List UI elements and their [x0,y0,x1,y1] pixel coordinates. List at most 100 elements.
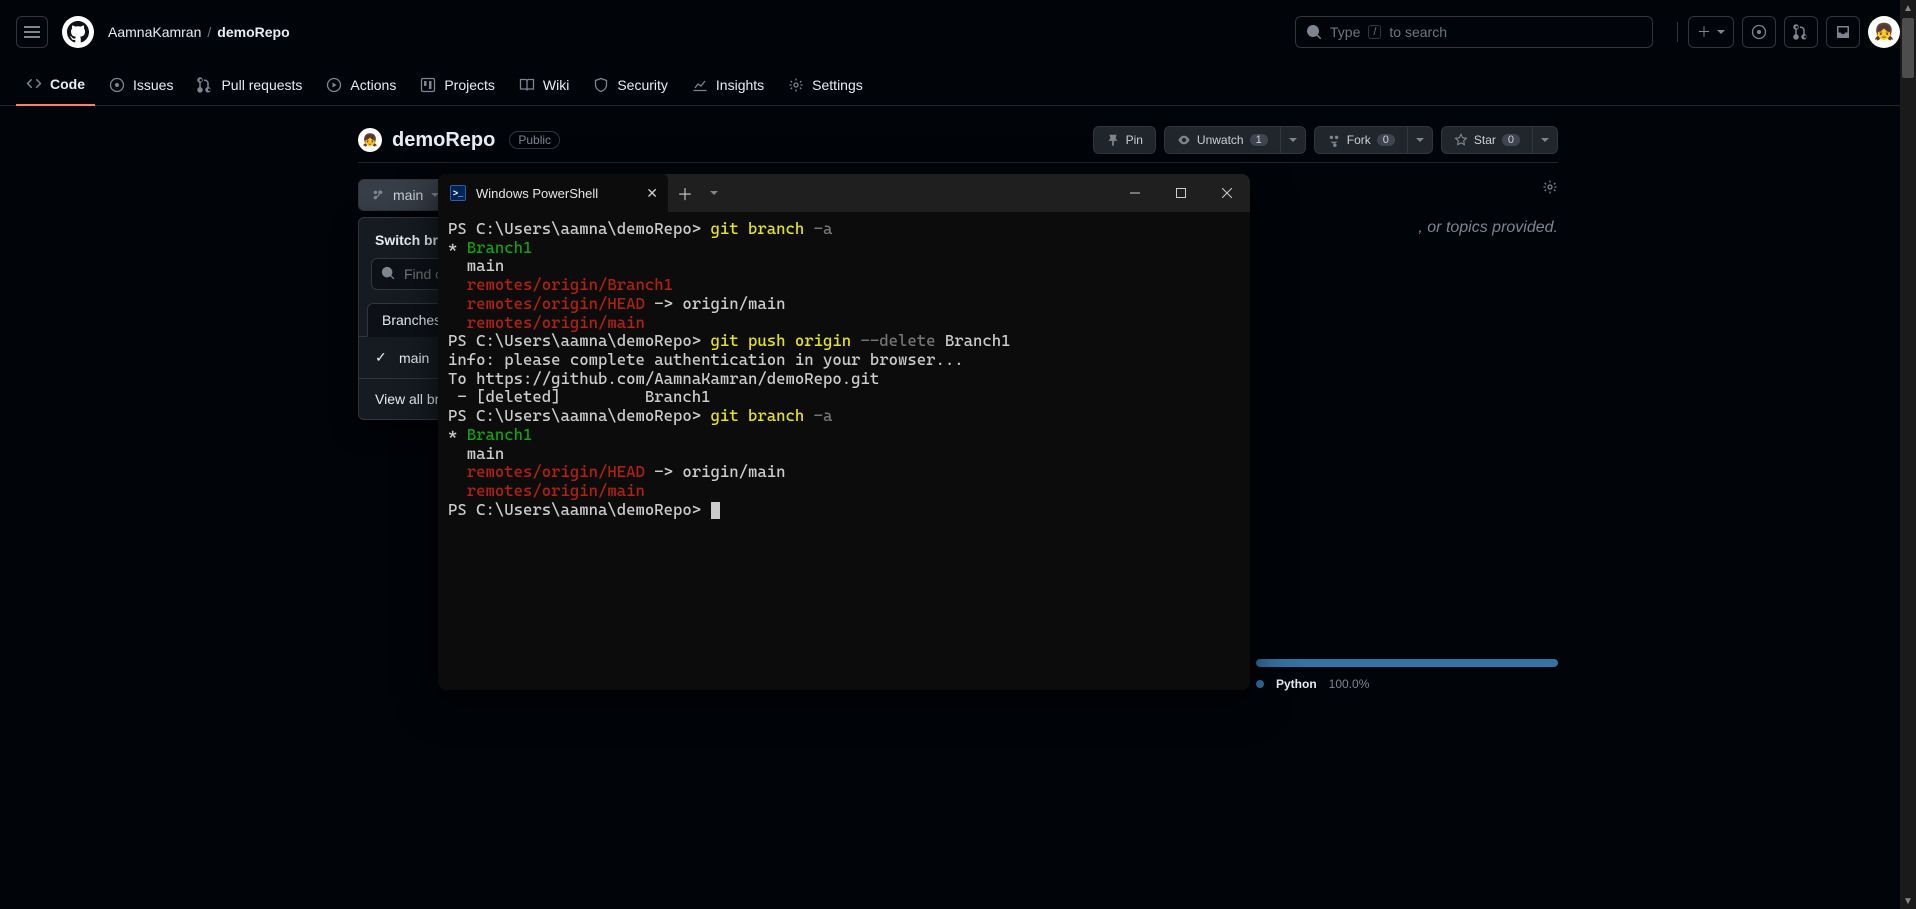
breadcrumb: AamnaKamran / demoRepo [108,24,290,40]
pin-icon [1106,133,1120,147]
fork-count: 0 [1377,134,1395,146]
terminal-tab-title: Windows PowerShell [476,186,598,201]
search-input[interactable]: Type / to search [1295,16,1653,48]
scroll-down-button[interactable]: ▼ [1900,893,1916,909]
watch-dropdown[interactable] [1281,126,1306,154]
owner-avatar[interactable]: 👧 [358,128,382,152]
branch-item-label: main [399,350,429,366]
global-header: AamnaKamran / demoRepo Type / to search … [0,0,1916,64]
inbox-icon [1835,24,1851,40]
current-branch-label: main [393,187,423,203]
search-hint: to search [1389,24,1447,40]
tab-actions-label: Actions [350,77,396,93]
plus-icon: ＋ [1697,22,1711,42]
search-icon [1306,24,1322,40]
git-branch-icon [371,188,385,202]
eye-icon [1177,133,1191,147]
repo-title: demoRepo [392,129,495,152]
watch-count: 1 [1250,134,1268,146]
code-icon [26,76,42,92]
gear-icon [1542,179,1558,195]
tab-settings-label: Settings [812,77,863,93]
search-placeholder: Type [1330,24,1360,40]
fork-icon [1327,133,1341,147]
watch-label: Unwatch [1197,133,1244,147]
tab-issues-label: Issues [133,77,173,93]
tab-insights-label: Insights [716,77,764,93]
fork-label: Fork [1347,133,1371,147]
terminal-cursor [711,502,720,519]
pin-button[interactable]: Pin [1093,126,1156,154]
terminal-body[interactable]: PS C:\Users\aamna\demoRepo> git branch -… [438,212,1250,528]
page-scrollbar[interactable]: ▲ ▼ [1900,0,1916,909]
separator [1677,22,1678,42]
notifications-button[interactable] [1826,16,1860,48]
tab-security-label: Security [617,77,668,93]
maximize-button[interactable] [1158,174,1204,212]
visibility-badge: Public [509,131,560,149]
close-tab-button[interactable]: ✕ [646,185,658,202]
git-pull-request-icon [1793,24,1809,40]
pull-requests-global-button[interactable] [1784,16,1818,48]
shield-icon [593,77,609,93]
tab-code[interactable]: Code [16,64,95,106]
repo-link[interactable]: demoRepo [217,24,289,40]
tab-projects-label: Projects [444,77,495,93]
fork-button[interactable]: Fork 0 [1314,126,1408,154]
check-icon: ✓ [375,349,389,366]
minimize-button[interactable] [1112,174,1158,212]
star-count: 0 [1502,134,1520,146]
about-text-partial: , or topics provided. [1418,219,1558,237]
watch-button[interactable]: Unwatch 1 [1164,126,1281,154]
search-kbd: / [1368,25,1381,39]
tab-actions[interactable]: Actions [316,64,406,106]
record-icon [1751,24,1767,40]
tab-dropdown-button[interactable] [702,191,726,195]
tab-settings[interactable]: Settings [778,64,873,106]
user-avatar[interactable]: 👧 [1868,16,1900,48]
star-label: Star [1474,133,1496,147]
tab-insights[interactable]: Insights [682,64,774,106]
new-tab-button[interactable]: ＋ [668,174,702,212]
issue-icon [109,77,125,93]
tab-code-label: Code [50,76,85,92]
tab-projects[interactable]: Projects [410,64,505,106]
powershell-icon: >_ [450,185,466,201]
gear-icon [788,77,804,93]
star-button[interactable]: Star 0 [1441,126,1533,154]
pin-label: Pin [1126,133,1143,147]
language-name[interactable]: Python [1276,677,1317,691]
issues-global-button[interactable] [1742,16,1776,48]
tab-security[interactable]: Security [583,64,678,106]
tab-pull-requests[interactable]: Pull requests [187,64,312,106]
search-icon [381,266,395,280]
terminal-window: >_ Windows PowerShell ✕ ＋ PS C:\Users\aa… [438,174,1250,690]
menu-button[interactable] [16,16,48,48]
book-icon [519,77,535,93]
tab-pull-label: Pull requests [221,77,302,93]
languages-section: Python 100.0% [1256,659,1558,691]
fork-dropdown[interactable] [1408,126,1433,154]
star-dropdown[interactable] [1533,126,1558,154]
tab-wiki[interactable]: Wiki [509,64,579,106]
repo-header: 👧 demoRepo Public Pin Unwatch 1 Fork 0 [334,106,1582,154]
terminal-tab[interactable]: >_ Windows PowerShell ✕ [438,174,668,212]
graph-icon [692,77,708,93]
breadcrumb-separator: / [207,24,211,40]
language-dot [1256,680,1264,688]
create-new-button[interactable]: ＋ [1688,16,1734,48]
terminal-titlebar[interactable]: >_ Windows PowerShell ✕ ＋ [438,174,1250,212]
about-settings-button[interactable] [1542,179,1558,195]
tab-issues[interactable]: Issues [99,64,183,106]
project-icon [420,77,436,93]
scroll-thumb[interactable] [1902,18,1914,78]
owner-link[interactable]: AamnaKamran [108,24,201,40]
language-bar [1256,659,1558,667]
github-logo[interactable] [62,16,94,48]
star-icon [1454,133,1468,147]
language-pct: 100.0% [1329,677,1370,691]
git-pull-request-icon [197,77,213,93]
scroll-up-button[interactable]: ▲ [1900,0,1916,16]
repo-nav: Code Issues Pull requests Actions Projec… [0,64,1916,106]
close-window-button[interactable] [1204,174,1250,212]
